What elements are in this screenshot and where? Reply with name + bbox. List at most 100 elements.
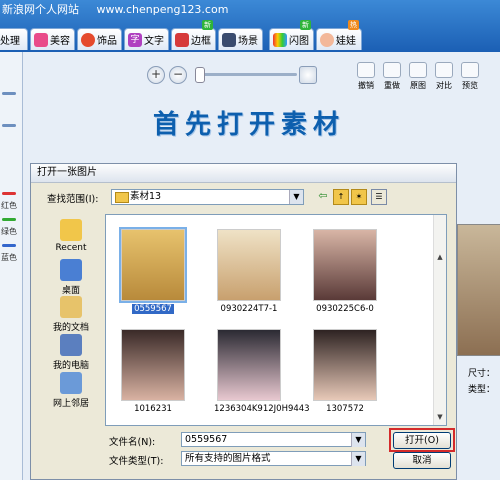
preview-label: 预览 bbox=[462, 81, 478, 90]
file-thumbnail[interactable]: 0930224T7-1 bbox=[214, 229, 284, 314]
site-title: 新浪网个人网站 www.chenpeng123.com bbox=[2, 1, 228, 17]
tab-label: 场景 bbox=[238, 36, 258, 47]
chevron-down-icon[interactable]: ▼ bbox=[289, 190, 303, 204]
scroll-up-icon[interactable]: ▲ bbox=[434, 251, 446, 263]
zoom-out-button[interactable]: − bbox=[169, 66, 187, 84]
preview-icon bbox=[461, 62, 479, 78]
recent-icon bbox=[60, 219, 82, 241]
chevron-down-icon[interactable]: ▼ bbox=[351, 433, 365, 447]
redo-icon bbox=[383, 62, 401, 78]
original-icon bbox=[409, 62, 427, 78]
beauty-icon bbox=[34, 32, 48, 47]
canvas-headline: 首先打开素材 bbox=[153, 110, 346, 140]
hot-badge: 热 bbox=[348, 20, 359, 30]
file-name: 0559567 bbox=[132, 304, 174, 314]
text-icon: 字 bbox=[128, 32, 142, 47]
thumbnail-image bbox=[313, 229, 377, 301]
filename-label: 文件名(N): bbox=[109, 437, 156, 448]
site-url: www.chenpeng123.com bbox=[96, 3, 229, 16]
doll-icon bbox=[320, 32, 334, 47]
place-computer[interactable]: 我的电脑 bbox=[45, 334, 97, 371]
fit-icon[interactable] bbox=[299, 66, 317, 84]
zoom-slider-handle[interactable] bbox=[195, 67, 205, 83]
place-documents[interactable]: 我的文档 bbox=[45, 296, 97, 333]
file-list: 0559567 0930224T7-1 0930225C6-0 1016231 … bbox=[105, 214, 447, 426]
documents-icon bbox=[60, 296, 82, 318]
original-label: 原图 bbox=[410, 81, 426, 90]
tab-label: 文字 bbox=[144, 36, 164, 47]
redo-label: 重做 bbox=[384, 81, 400, 90]
view-menu-icon[interactable]: ☰ bbox=[371, 189, 387, 205]
tab-accessories[interactable]: 饰品 bbox=[77, 28, 122, 50]
tab-label: 饰品 bbox=[97, 36, 117, 47]
place-recent[interactable]: Recent bbox=[45, 219, 97, 253]
place-label: 网上邻居 bbox=[52, 399, 89, 409]
panel-divider bbox=[2, 92, 16, 95]
filename-value: 0559567 bbox=[185, 434, 228, 445]
network-icon bbox=[60, 372, 82, 394]
place-label: Recent bbox=[55, 243, 87, 253]
preview-photo bbox=[457, 224, 500, 356]
undo-label: 撤销 bbox=[358, 81, 374, 90]
tab-label: 娃娃 bbox=[336, 36, 356, 47]
tab-doll[interactable]: 娃娃 热 bbox=[316, 20, 362, 50]
file-thumbnail[interactable]: 0930225C6-0 bbox=[310, 229, 380, 314]
preview-button[interactable]: 预览 bbox=[459, 62, 481, 92]
open-button[interactable]: 打开(O) bbox=[393, 432, 451, 449]
place-label: 桌面 bbox=[61, 286, 80, 296]
original-button[interactable]: 原图 bbox=[407, 62, 429, 92]
tab-flash[interactable]: 闪图 新 bbox=[269, 20, 314, 50]
thumbnail-image bbox=[121, 329, 185, 401]
undo-icon bbox=[357, 62, 375, 78]
tab-label: 美容 bbox=[50, 36, 70, 47]
red-swatch[interactable] bbox=[2, 192, 16, 195]
file-thumbnail[interactable]: 1307572 bbox=[310, 329, 380, 414]
filetype-select[interactable]: 所有支持的图片格式 ▼ bbox=[181, 451, 366, 466]
lookin-label: 查找范围(I): bbox=[47, 194, 99, 205]
tab-beauty[interactable]: 美容 bbox=[30, 28, 75, 50]
lookin-select[interactable]: 素材13 ▼ bbox=[111, 189, 304, 205]
thumbnail-image bbox=[313, 329, 377, 401]
redo-button[interactable]: 重做 bbox=[381, 62, 403, 92]
file-thumbnail[interactable]: 0559567 bbox=[118, 227, 188, 314]
tab-scene[interactable]: 场景 bbox=[218, 28, 263, 50]
heart-icon bbox=[81, 32, 95, 47]
thumbnail-image bbox=[217, 229, 281, 301]
tab-label: 闪图 bbox=[289, 36, 309, 47]
computer-icon bbox=[60, 334, 82, 356]
place-desktop[interactable]: 桌面 bbox=[45, 259, 97, 296]
cancel-button[interactable]: 取消 bbox=[393, 452, 451, 469]
undo-button[interactable]: 撤销 bbox=[355, 62, 377, 92]
zoom-in-button[interactable]: + bbox=[147, 66, 165, 84]
thumbnail-image bbox=[119, 227, 187, 303]
flash-icon bbox=[273, 32, 287, 47]
place-network[interactable]: 网上邻居 bbox=[45, 372, 97, 409]
tab-frame[interactable]: 边框 新 bbox=[171, 20, 216, 50]
red-label: 红色 bbox=[1, 201, 17, 210]
place-label: 我的文档 bbox=[52, 323, 89, 333]
dialog-title: 打开一张图片 bbox=[31, 164, 456, 183]
filename-input[interactable]: 0559567 ▼ bbox=[181, 432, 366, 447]
file-thumbnail[interactable]: 1236304K912J0H9443 bbox=[214, 329, 310, 414]
zoom-slider-track bbox=[197, 73, 297, 76]
green-swatch[interactable] bbox=[2, 218, 16, 221]
panel-divider bbox=[2, 124, 16, 127]
file-name: 1236304K912J0H9443 bbox=[214, 404, 310, 414]
toolbar: + − 撤销 重做 原图 对比 预览 bbox=[23, 58, 500, 98]
file-list-scrollbar[interactable]: ▲ ▼ bbox=[433, 215, 446, 425]
compare-button[interactable]: 对比 bbox=[433, 62, 455, 92]
app-header: 新浪网个人网站 www.chenpeng123.com 处理 美容 饰品 字 文… bbox=[0, 0, 500, 52]
file-thumbnail[interactable]: 1016231 bbox=[118, 329, 188, 414]
new-folder-icon[interactable]: ✶ bbox=[351, 189, 367, 205]
up-folder-icon[interactable]: ↑ bbox=[333, 189, 349, 205]
chevron-down-icon[interactable]: ▼ bbox=[351, 452, 365, 466]
scroll-down-icon[interactable]: ▼ bbox=[434, 411, 446, 423]
tab-text[interactable]: 字 文字 bbox=[124, 28, 169, 50]
back-icon[interactable]: ⇦ bbox=[316, 189, 330, 203]
compare-icon bbox=[435, 62, 453, 78]
tab-process[interactable]: 处理 bbox=[0, 28, 28, 50]
blue-swatch[interactable] bbox=[2, 244, 16, 247]
desktop-icon bbox=[60, 259, 82, 281]
tab-label: 边框 bbox=[191, 36, 211, 47]
place-label: 我的电脑 bbox=[52, 361, 89, 371]
